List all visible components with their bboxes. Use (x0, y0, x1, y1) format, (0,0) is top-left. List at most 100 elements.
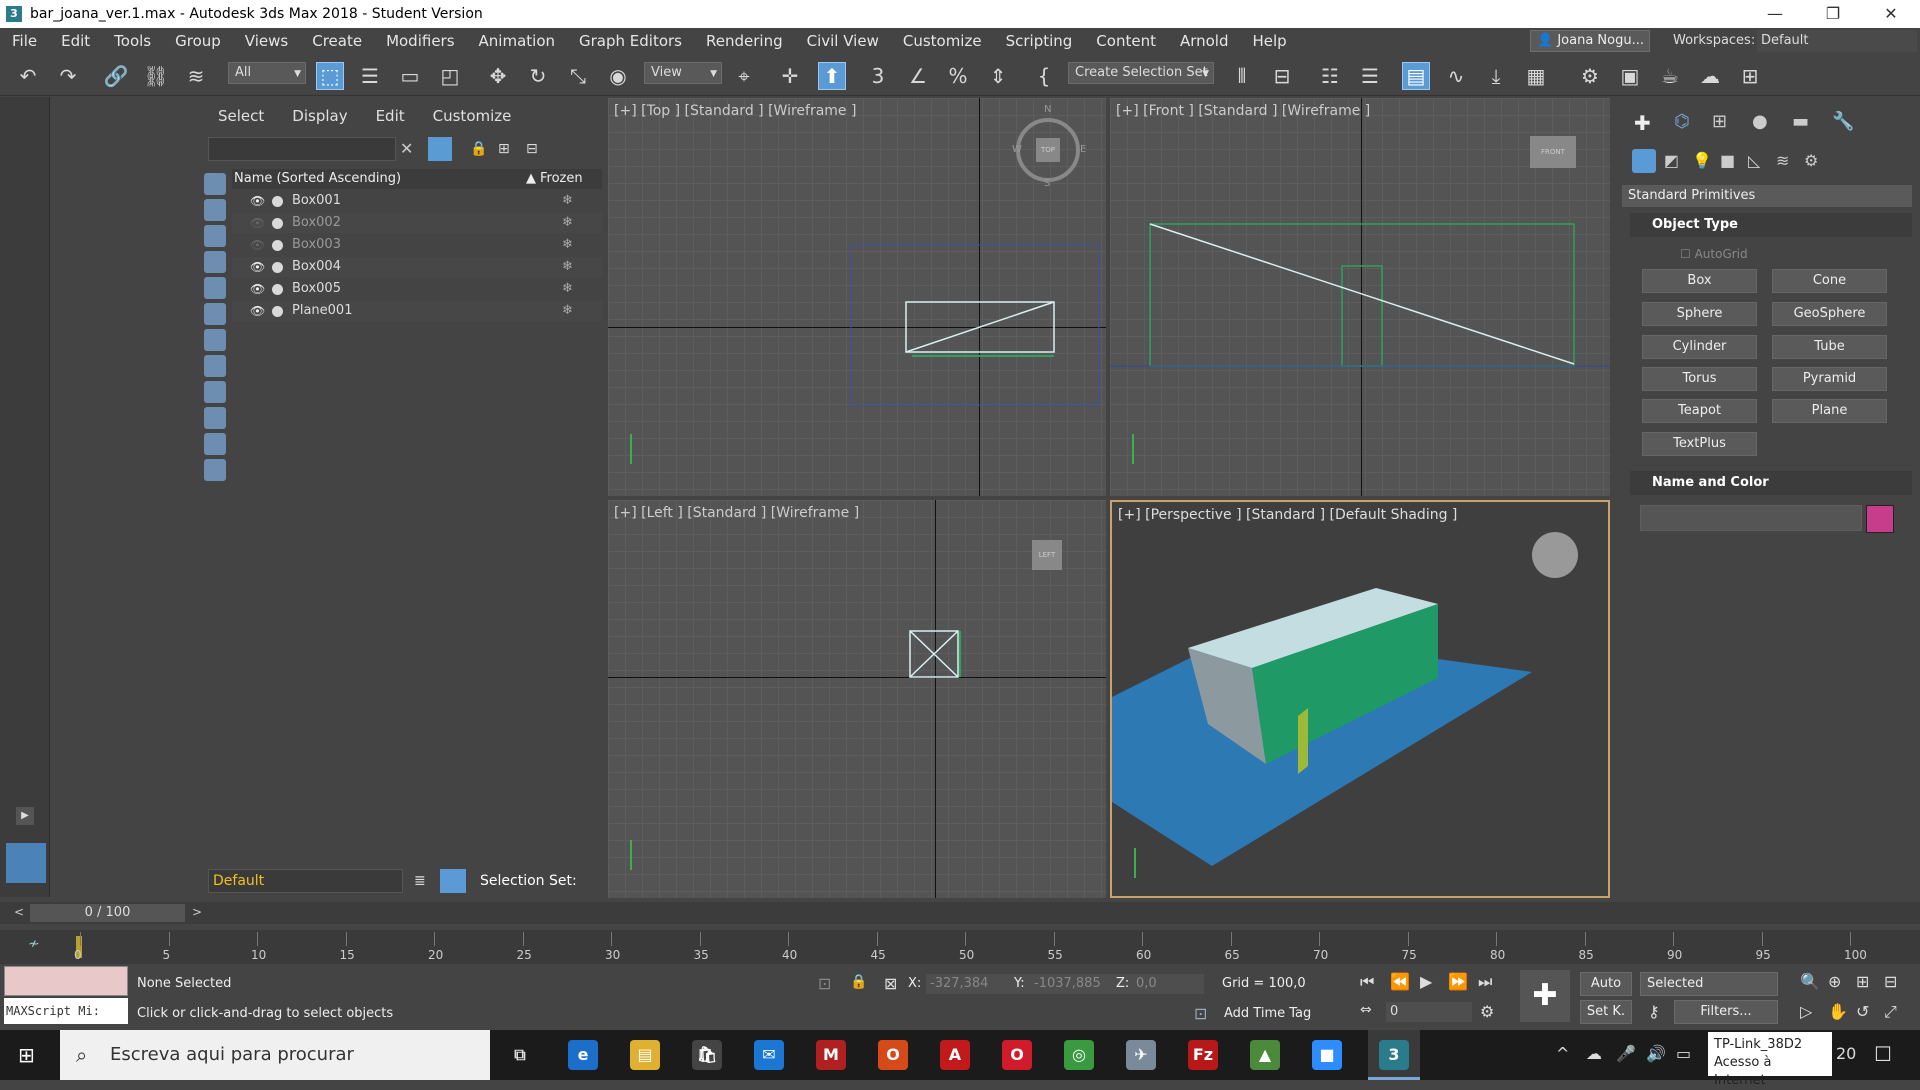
viewport-left[interactable]: [+] [Left ] [Standard ] [Wireframe ] LEF… (608, 500, 1106, 898)
pyramid-button[interactable]: Pyramid (1772, 367, 1887, 391)
layers-icon[interactable]: ⊟ (526, 141, 538, 157)
snaps-toggle-icon[interactable]: 3 (864, 62, 892, 90)
eye-icon[interactable]: 👁 (250, 301, 265, 321)
show-hidden-icons-icon[interactable]: ^ (1556, 1044, 1569, 1063)
render-production-icon[interactable]: ☕ (1656, 62, 1684, 90)
cylinder-button[interactable]: Cylinder (1642, 335, 1757, 359)
select-object-icon[interactable]: ⬚ (316, 62, 344, 90)
maximize-button[interactable]: ❐ (1804, 0, 1862, 28)
orbit-icon[interactable]: ↺ (1856, 1002, 1869, 1021)
lock-icon[interactable]: 🔒 (470, 141, 487, 157)
edit-named-selection-icon[interactable]: { (1030, 62, 1058, 90)
field-of-view-icon[interactable]: ▷ (1800, 1002, 1812, 1021)
office-icon[interactable]: O (878, 1040, 908, 1070)
go-to-end-icon[interactable]: ⏭ (1478, 972, 1492, 992)
edge-icon[interactable]: e (568, 1040, 598, 1070)
taskbar-search-input[interactable]: ⌕ Escreva aqui para procurar (60, 1030, 490, 1080)
volume-icon[interactable]: 🔊 (1646, 1044, 1666, 1063)
display-containers-icon[interactable] (204, 407, 226, 429)
filters-button[interactable]: Filters... (1674, 1000, 1778, 1024)
viewcube-compass[interactable]: TOP N S W E (1012, 104, 1086, 189)
freeze-icon[interactable]: ❄ (562, 301, 573, 321)
eye-icon[interactable]: 👁 (250, 257, 265, 277)
column-frozen-header[interactable]: Frozen (540, 169, 583, 189)
viewport-front[interactable]: [+] [Front ] [Standard ] [Wireframe ] FR… (1110, 98, 1610, 496)
set-key-button[interactable]: Set K. (1580, 1000, 1632, 1024)
set-key-icon[interactable]: ✚ (1520, 970, 1570, 1022)
filter-icon[interactable] (428, 137, 452, 161)
key-mode-toggle-icon[interactable]: ⇔ (1360, 1002, 1372, 1018)
viewport-top[interactable]: [+] [Top ] [Standard ] [Wireframe ] TOP … (608, 98, 1106, 496)
object-name-input[interactable] (1640, 505, 1862, 531)
textplus-button[interactable]: TextPlus (1642, 432, 1757, 456)
menu-modifiers[interactable]: Modifiers (374, 28, 466, 54)
menu-customize[interactable]: Customize (891, 28, 994, 54)
window-crossing-icon[interactable]: ◰ (436, 62, 464, 90)
track-bar[interactable]: ≁ 0 5 10 15 20 25 30 35 40 45 50 55 60 65 70 75 80 85 90 95… (0, 930, 1920, 964)
menu-help[interactable]: Help (1241, 28, 1299, 54)
add-time-tag[interactable]: Add Time Tag (1224, 1006, 1311, 1021)
time-slider-thumb[interactable]: 0 / 100 (30, 904, 185, 922)
play-icon[interactable]: ▶ (1420, 972, 1432, 991)
viewport-perspective[interactable]: [+] [Perspective ] [Standard ] [Default … (1110, 500, 1610, 898)
material-editor-icon[interactable]: ▦ (1522, 62, 1550, 90)
layer-explorer-icon[interactable]: ☰ (1356, 62, 1384, 90)
viewcube-front[interactable]: FRONT (1530, 136, 1576, 168)
viewcube-left[interactable]: LEFT (1032, 540, 1062, 570)
opera-icon[interactable]: O (1002, 1040, 1032, 1070)
freeze-icon[interactable]: ❄ (562, 257, 573, 277)
image-viewer-icon[interactable]: ▲ (1250, 1040, 1280, 1070)
unlink-icon[interactable]: ⛓ (142, 62, 170, 90)
display-shapes-icon[interactable] (204, 199, 226, 221)
name-and-color-rollout[interactable]: Name and Color (1630, 471, 1912, 495)
menu-file[interactable]: File (0, 28, 49, 54)
file-explorer-icon[interactable]: ▤ (630, 1040, 660, 1070)
scene-row[interactable]: 👁 Box002 ❄ (232, 213, 602, 233)
display-cameras-icon[interactable] (204, 251, 226, 273)
display-lights-icon[interactable] (204, 225, 226, 247)
menu-content[interactable]: Content (1084, 28, 1168, 54)
select-by-name-icon[interactable]: ☰ (356, 62, 384, 90)
display-tab-icon[interactable]: ▬ (1792, 111, 1809, 132)
hierarchy-tab-icon[interactable]: ⊞ (1712, 111, 1727, 132)
rendered-frame-window-icon[interactable]: ▣ (1616, 62, 1644, 90)
freeze-icon[interactable]: ❄ (562, 279, 573, 299)
mail-icon[interactable]: ✉ (754, 1040, 784, 1070)
rectangular-selection-icon[interactable]: ▭ (396, 62, 424, 90)
render-setup-icon[interactable]: ⚙ (1576, 62, 1604, 90)
scene-explorer-toggle-icon[interactable]: ☷ (1316, 62, 1344, 90)
isolate-selection-icon[interactable]: ⊡ (818, 974, 831, 993)
menu-civil-view[interactable]: Civil View (795, 28, 891, 54)
systems-category-icon[interactable]: ⚙ (1804, 151, 1818, 170)
previous-frame-icon[interactable]: ⏪ (1390, 972, 1410, 991)
menu-graph-editors[interactable]: Graph Editors (567, 28, 694, 54)
display-groups-icon[interactable] (204, 329, 226, 351)
object-type-rollout[interactable]: Object Type (1630, 213, 1912, 237)
sort-by-selection-icon[interactable] (440, 869, 466, 893)
plane-button[interactable]: Plane (1772, 399, 1887, 423)
menu-scripting[interactable]: Scripting (994, 28, 1085, 54)
geometry-category-icon[interactable] (1632, 149, 1656, 173)
display-bones-icon[interactable] (204, 381, 226, 403)
percent-snap-icon[interactable]: % (944, 62, 972, 90)
autogrid-checkbox[interactable]: ☐ AutoGrid (1680, 247, 1748, 261)
space-warps-category-icon[interactable]: ≋ (1776, 151, 1789, 170)
zoom-all-icon[interactable]: ⊕ (1828, 972, 1841, 991)
workspace-dropdown[interactable]: Default (1757, 30, 1917, 52)
rotate-icon[interactable]: ↻ (524, 62, 552, 90)
z-coordinate-input[interactable]: 0,0 (1132, 974, 1204, 994)
viewport-layout-icon[interactable] (6, 843, 46, 883)
undo-icon[interactable]: ↶ (14, 62, 42, 90)
scene-row[interactable]: 👁 Plane001 ❄ (232, 301, 602, 321)
tab-select[interactable]: Select (200, 107, 274, 129)
store-icon[interactable]: 🛍 (692, 1040, 722, 1070)
box-button[interactable]: Box (1642, 269, 1757, 293)
zoom-icon[interactable]: 🔍 (1800, 972, 1820, 991)
display-helpers-icon[interactable] (204, 277, 226, 299)
selection-lock-icon[interactable]: 🔒 (850, 974, 867, 990)
mirror-icon[interactable]: ⫴ (1228, 62, 1256, 90)
object-color-swatch[interactable] (1866, 505, 1894, 533)
mcafee-icon[interactable]: M (816, 1040, 846, 1070)
reference-coordinate-dropdown[interactable]: View (644, 62, 722, 84)
display-xrefs-icon[interactable] (204, 355, 226, 377)
